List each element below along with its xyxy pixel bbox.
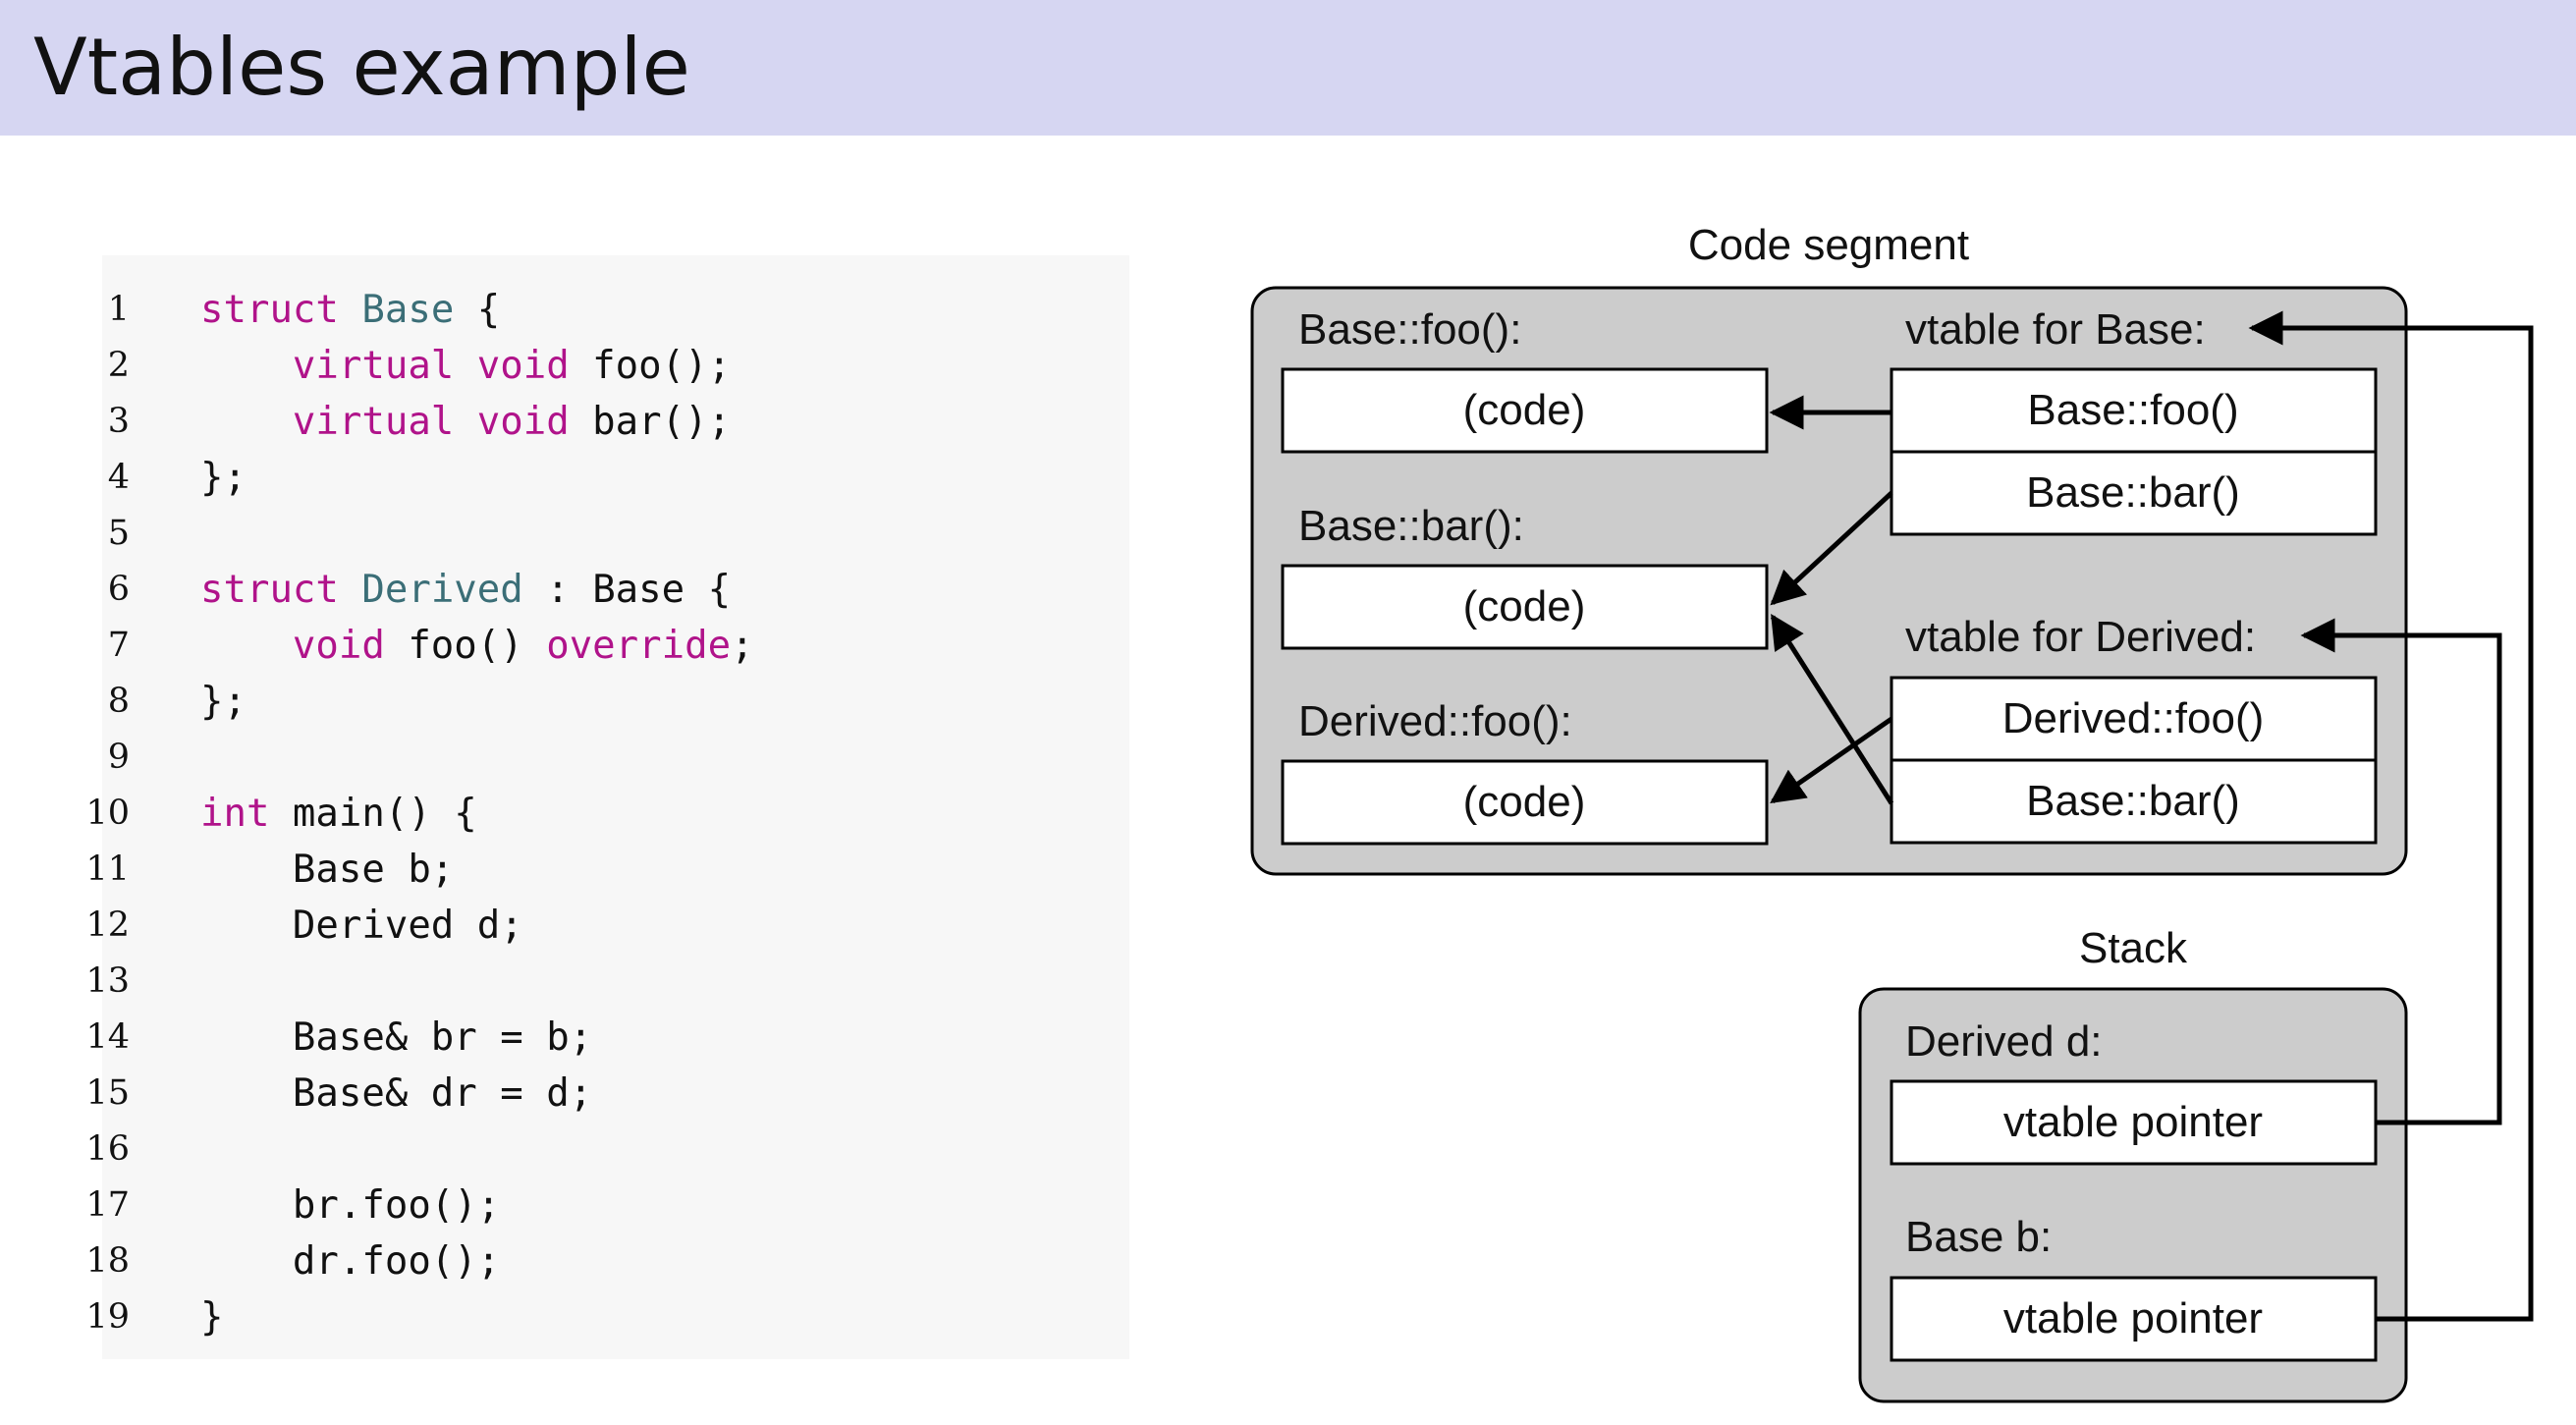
stack-derived-label: Derived d: <box>1905 1017 2103 1066</box>
derived-foo-code-text: (code) <box>1463 778 1586 826</box>
vtable-derived-label: vtable for Derived: <box>1905 613 2256 661</box>
vtable-derived-entry-text: Base::bar() <box>2026 777 2240 825</box>
vtable-base-label: vtable for Base: <box>1905 305 2206 354</box>
base-bar-label: Base::bar(): <box>1298 502 1524 550</box>
stack-title: Stack <box>2079 924 2188 972</box>
base-foo-code-text: (code) <box>1463 386 1586 434</box>
vtable-base-entry-text: Base::bar() <box>2026 468 2240 517</box>
stack-base-label: Base b: <box>1905 1213 2052 1261</box>
vtable-diagram: Code segment Base::foo(): (code) Base::b… <box>1250 221 2534 1403</box>
derived-vtable-pointer-text: vtable pointer <box>2003 1098 2263 1146</box>
base-bar-code-text: (code) <box>1463 582 1586 630</box>
derived-foo-label: Derived::foo(): <box>1298 697 1572 745</box>
code-segment-title: Code segment <box>1688 221 1969 269</box>
base-vtable-pointer-text: vtable pointer <box>2003 1294 2263 1343</box>
vtable-derived-entry-text: Derived::foo() <box>2002 694 2265 742</box>
base-foo-label: Base::foo(): <box>1298 305 1521 354</box>
vtable-base-entry-text: Base::foo() <box>2027 386 2238 434</box>
